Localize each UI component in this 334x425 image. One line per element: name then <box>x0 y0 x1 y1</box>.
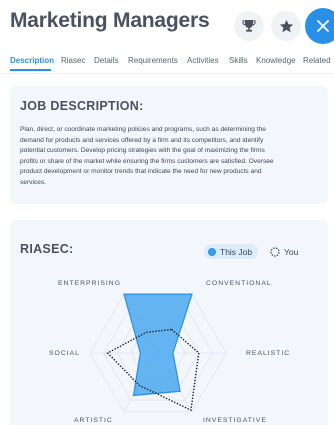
job-description-title: JOB DESCRIPTION: <box>20 99 144 113</box>
axis-label-social: SOCIAL <box>49 350 80 357</box>
star-icon <box>279 19 293 32</box>
axis-label-conventional: CONVENTIONAL <box>206 280 272 287</box>
trophy-icon <box>242 20 256 32</box>
divider <box>0 73 334 74</box>
tab-skills[interactable]: Skills <box>229 56 248 65</box>
close-button[interactable] <box>305 8 334 44</box>
description-line: demand for products and services offered… <box>20 136 264 144</box>
axis-label-artistic: ARTISTIC <box>74 417 113 424</box>
description-line: services. <box>20 178 47 186</box>
riasec-radar-chart: ENTERPRISING CONVENTIONAL REALISTIC SOCI… <box>49 280 290 424</box>
axis-label-realistic: REALISTIC <box>246 350 290 357</box>
page-title: Marketing Managers <box>10 9 210 32</box>
axis-label-enterprising: ENTERPRISING <box>58 280 121 287</box>
tab-description[interactable]: Description <box>10 56 54 65</box>
tab-requirements[interactable]: Requirements <box>128 56 178 65</box>
active-tab-indicator <box>10 69 51 71</box>
description-line: Plan, direct, or coordinate marketing po… <box>20 126 266 133</box>
job-description-card: JOB DESCRIPTION: Plan, direct, or coordi… <box>10 86 328 204</box>
riasec-card: RIASEC: This Job You ENTERPRISING CONVEN… <box>10 220 328 425</box>
tab-details[interactable]: Details <box>94 56 118 65</box>
job-description-text: Plan, direct, or coordinate marketing po… <box>20 125 318 189</box>
description-line: profits or share of the market while ens… <box>20 157 274 165</box>
star-button[interactable] <box>271 11 301 41</box>
tab-knowledge[interactable]: Knowledge <box>256 56 296 65</box>
trophy-button[interactable] <box>234 11 264 41</box>
tab-riasec[interactable]: Riasec <box>61 56 85 65</box>
close-icon <box>317 20 329 32</box>
description-line: product development or monitor trends th… <box>20 168 262 176</box>
tab-related[interactable]: Related <box>303 56 331 65</box>
tab-bar: Description Riasec Details Requirements … <box>0 53 334 73</box>
this-job-shape <box>123 293 193 397</box>
tab-activities[interactable]: Activities <box>187 56 219 65</box>
header: Marketing Managers <box>0 0 334 48</box>
description-line: potential customers. Develop pricing str… <box>20 147 265 155</box>
axis-label-investigative: INVESTIGATIVE <box>203 417 267 424</box>
